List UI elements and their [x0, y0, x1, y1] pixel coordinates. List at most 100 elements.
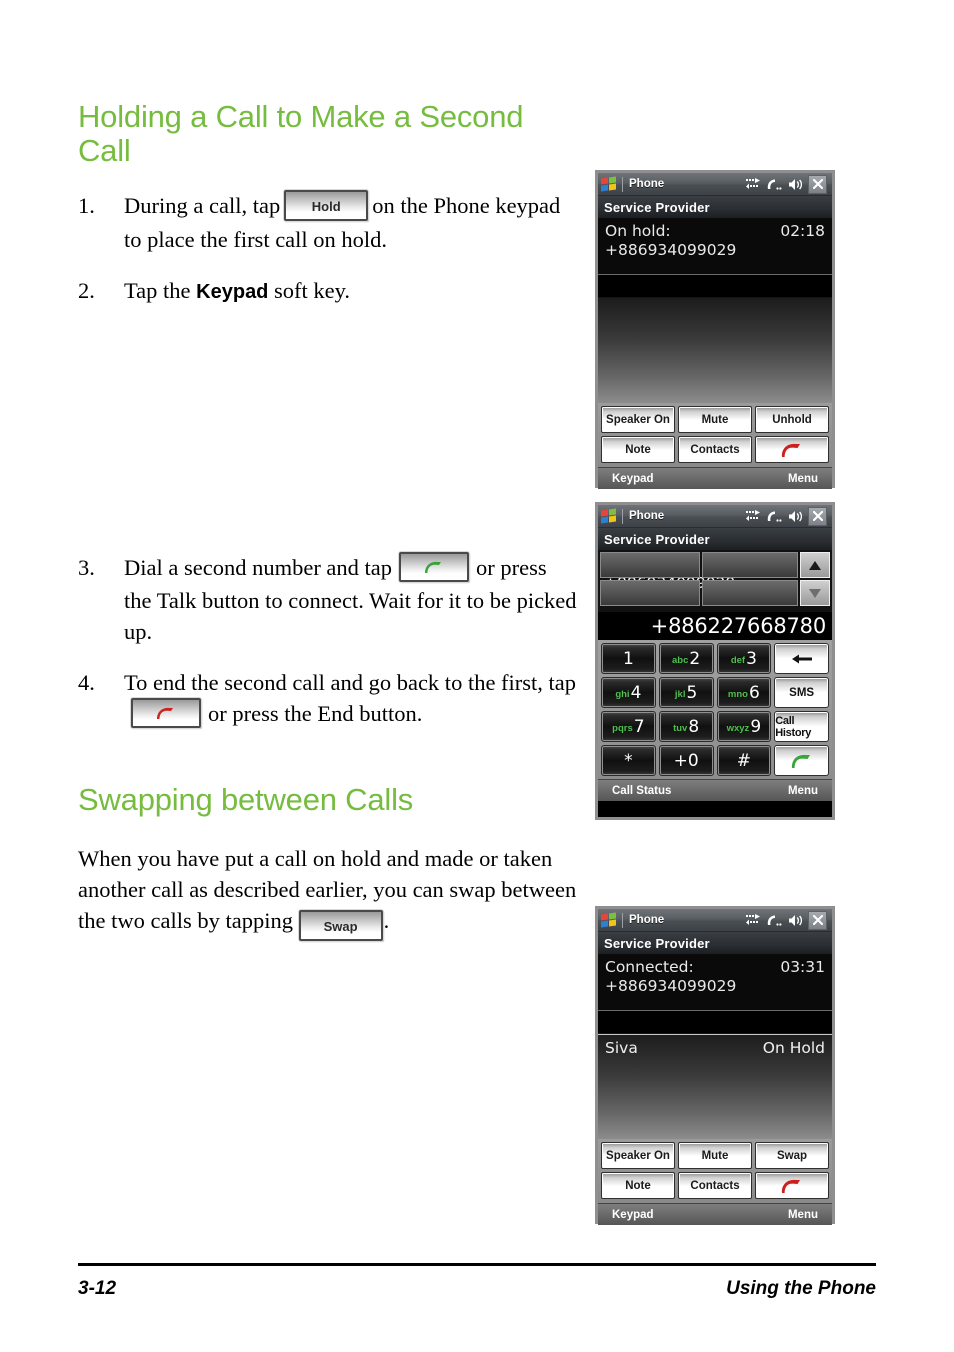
backspace-button[interactable]: [774, 643, 829, 674]
step-text: Tap the: [124, 277, 191, 303]
key-5[interactable]: jkl 5: [658, 677, 714, 708]
key-9[interactable]: wxyz 9: [716, 711, 772, 742]
call-status-label: On hold:: [605, 222, 671, 240]
note-button[interactable]: Note: [601, 436, 675, 463]
call-button[interactable]: [774, 745, 829, 776]
key-digit: 8: [688, 716, 700, 737]
phone-screenshot-dialer: Phone Service Provider +886227668780 1 a…: [595, 502, 835, 820]
key-2[interactable]: abc 2: [658, 643, 714, 674]
step-number: 1.: [78, 193, 95, 219]
key-6[interactable]: mno 6: [716, 677, 772, 708]
step-text: Dial a second number and tap: [124, 555, 393, 581]
key-letters: pqrs: [612, 723, 633, 734]
softkey-right[interactable]: Menu: [788, 1209, 818, 1221]
scroll-up-button[interactable]: [800, 552, 830, 578]
key-digit: #: [736, 750, 751, 771]
softkey-left[interactable]: Call Status: [612, 785, 671, 797]
scroll-down-button[interactable]: [800, 580, 830, 606]
note-button[interactable]: Note: [601, 1172, 675, 1199]
step-text-cont: or press the End button.: [208, 701, 423, 727]
speaker-on-button[interactable]: Speaker On: [601, 1142, 675, 1169]
volume-icon[interactable]: [788, 178, 803, 191]
chevron-up-icon: [809, 560, 821, 570]
close-button[interactable]: [808, 506, 827, 526]
key-letters: wxyz: [726, 723, 750, 734]
step-list-1: 1. During a call, tap Hold on the Phone key…: [78, 189, 578, 306]
footer: 3-12 Using the Phone: [78, 1278, 876, 1300]
end-call-icon: [157, 707, 173, 719]
key-8[interactable]: tuv 8: [658, 711, 714, 742]
softkey-left[interactable]: Keypad: [612, 1209, 654, 1221]
overlay-cell[interactable]: [702, 552, 798, 578]
call-history-button[interactable]: Call History: [774, 711, 829, 742]
connectivity-icon[interactable]: [746, 913, 761, 927]
end-call-button[interactable]: [755, 436, 829, 463]
call-duration: 02:18: [780, 222, 825, 240]
key-7[interactable]: pqrs 7: [601, 711, 656, 742]
softkey-right[interactable]: Menu: [788, 473, 818, 485]
manual-page: Holding a Call to Make a Second Call 1. D…: [0, 0, 954, 1352]
list-item: 3. Dial a second number and tap or press …: [78, 552, 578, 647]
key-0[interactable]: +0: [658, 745, 714, 776]
overlay-row: [600, 552, 830, 578]
speaker-on-button[interactable]: Speaker On: [601, 406, 675, 433]
titlebar-icons: [746, 506, 827, 526]
key-star[interactable]: *: [601, 745, 656, 776]
mute-button[interactable]: Mute: [678, 406, 752, 433]
second-call-row[interactable]: Siva On Hold: [598, 1034, 832, 1060]
overlay-cell[interactable]: [702, 580, 798, 606]
key-letters: ghi: [615, 689, 630, 700]
swap-button-image[interactable]: Swap: [298, 909, 383, 941]
call-info: On hold: 02:18 +886934099029: [598, 218, 832, 274]
connectivity-icon[interactable]: [746, 177, 761, 191]
service-provider-label: Service Provider: [598, 932, 832, 954]
mute-button[interactable]: Mute: [678, 1142, 752, 1169]
service-provider-label: Service Provider: [598, 528, 832, 550]
volume-icon[interactable]: [788, 510, 803, 523]
call-list-overlay: +886934099029: [598, 550, 832, 612]
list-item: 4. To end the second call and go back to …: [78, 667, 578, 731]
key-3[interactable]: def 3: [716, 643, 772, 674]
key-digit: 3: [746, 648, 757, 669]
connectivity-icon[interactable]: [746, 509, 761, 523]
softkey-right[interactable]: Menu: [788, 785, 818, 797]
signal-icon[interactable]: [766, 914, 783, 927]
hold-button-image[interactable]: Hold: [284, 189, 369, 221]
sms-button[interactable]: SMS: [774, 677, 829, 708]
key-digit: 2: [689, 648, 701, 669]
unhold-button[interactable]: Unhold: [755, 406, 829, 433]
close-icon: [812, 179, 823, 189]
overlay-cell[interactable]: [600, 552, 700, 578]
overlay-cell[interactable]: [600, 580, 700, 606]
step-number: 4.: [78, 670, 95, 696]
call-status-label: Connected:: [605, 958, 694, 976]
close-button[interactable]: [808, 910, 827, 930]
titlebar-icons: [746, 910, 827, 930]
titlebar: Phone: [598, 909, 832, 932]
call-duration: 03:31: [780, 958, 825, 976]
footer-divider: [78, 1263, 876, 1266]
close-button[interactable]: [808, 174, 827, 194]
contacts-button[interactable]: Contacts: [678, 1172, 752, 1199]
signal-icon[interactable]: [766, 510, 783, 523]
second-call-status: On Hold: [762, 1038, 825, 1057]
swap-button[interactable]: Swap: [755, 1142, 829, 1169]
key-4[interactable]: ghi 4: [601, 677, 656, 708]
contacts-button[interactable]: Contacts: [678, 436, 752, 463]
volume-icon[interactable]: [788, 914, 803, 927]
softkey-left[interactable]: Keypad: [612, 473, 654, 485]
call-number: +886934099029: [605, 241, 737, 259]
key-hash[interactable]: #: [716, 745, 772, 776]
end-call-button[interactable]: [755, 1172, 829, 1199]
call-button-image[interactable]: [399, 552, 470, 583]
call-number: +886934099029: [605, 977, 737, 995]
soft-key-bar: Call Status Menu: [598, 779, 832, 801]
hold-button-label: Hold: [311, 198, 341, 214]
step-text-cont: soft key.: [274, 277, 351, 303]
signal-icon[interactable]: [766, 178, 783, 191]
page-title: Holding a Call to Make a Second Call: [78, 99, 524, 169]
end-call-button-image[interactable]: [131, 698, 201, 728]
swapping-paragraph: When you have put a call on hold and mad…: [78, 843, 578, 941]
key-1[interactable]: 1: [601, 643, 656, 674]
separator-bar: [598, 274, 832, 298]
